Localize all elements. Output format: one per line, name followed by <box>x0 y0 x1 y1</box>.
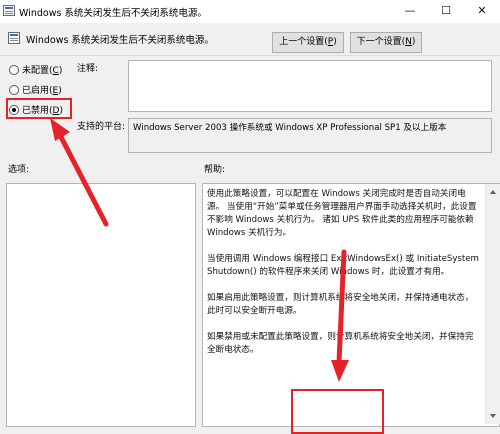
next-setting-accesskey: N <box>405 37 412 47</box>
policy-setting-icon <box>8 32 20 44</box>
help-section-label: 帮助: <box>204 165 226 175</box>
radio-enabled[interactable]: 已启用(E) <box>9 83 62 97</box>
highlight-box-disabled-option <box>6 98 72 119</box>
radio-not-configured-label: 未配置 <box>22 66 50 76</box>
radio-not-configured[interactable]: 未配置(C) <box>9 63 62 77</box>
window-title: Windows 系统关闭发生后不关闭系统电源。 <box>19 8 207 19</box>
minimize-button[interactable]: — <box>395 0 425 23</box>
next-setting-button[interactable]: 下一个设置(N) <box>350 32 422 53</box>
radio-enabled-accesskey: E <box>52 86 59 96</box>
previous-setting-accesskey: P <box>327 37 334 47</box>
title-bar: Windows 系统关闭发生后不关闭系统电源。 — ☐ ✕ <box>0 0 500 23</box>
arrow-head-icon <box>50 118 70 141</box>
maximize-button[interactable]: ☐ <box>431 0 461 23</box>
options-panel <box>6 183 196 427</box>
comment-label: 注释: <box>77 64 99 74</box>
previous-setting-button[interactable]: 上一个设置(P) <box>272 32 344 53</box>
header-divider <box>0 55 500 56</box>
radio-not-configured-circle[interactable] <box>9 64 19 75</box>
help-paragraph: 如果启用此策略设置，则计算机系统将安全地关闭，并保持通电状态，此时可以安全断开电… <box>207 293 474 316</box>
scroll-down-arrow-icon[interactable] <box>490 414 496 418</box>
help-paragraph: 使用此策略设置，可以配置在 Windows 关闭完成时是否自动关闭电源。 当使用… <box>207 189 477 238</box>
help-paragraph: 当使用调用 Windows 编程接口 ExitWindowsEx() 或 Ini… <box>207 254 479 277</box>
options-section-label: 选项: <box>8 165 30 175</box>
radio-enabled-circle[interactable] <box>9 84 19 95</box>
close-button[interactable]: ✕ <box>467 0 497 23</box>
previous-setting-label: 上一个设置 <box>279 37 325 47</box>
help-scrollbar[interactable] <box>485 184 500 424</box>
platform-label: 支持的平台: <box>77 122 126 132</box>
radio-enabled-label: 已启用 <box>22 86 50 96</box>
policy-app-icon <box>3 5 15 16</box>
comment-textarea[interactable] <box>128 60 492 112</box>
scroll-up-arrow-icon[interactable] <box>490 190 496 194</box>
radio-not-configured-accesskey: C <box>52 66 59 76</box>
highlight-box-ok-button <box>291 389 384 434</box>
platform-value: Windows Server 2003 操作系统或 Windows XP Pro… <box>128 118 492 153</box>
next-setting-label: 下一个设置 <box>356 37 402 47</box>
help-paragraph: 如果禁用或未配置此策略设置，则计算机系统将安全地关闭，并保持完全断电状态。 <box>207 332 474 355</box>
policy-name: Windows 系统关闭发生后不关闭系统电源。 <box>26 35 214 46</box>
